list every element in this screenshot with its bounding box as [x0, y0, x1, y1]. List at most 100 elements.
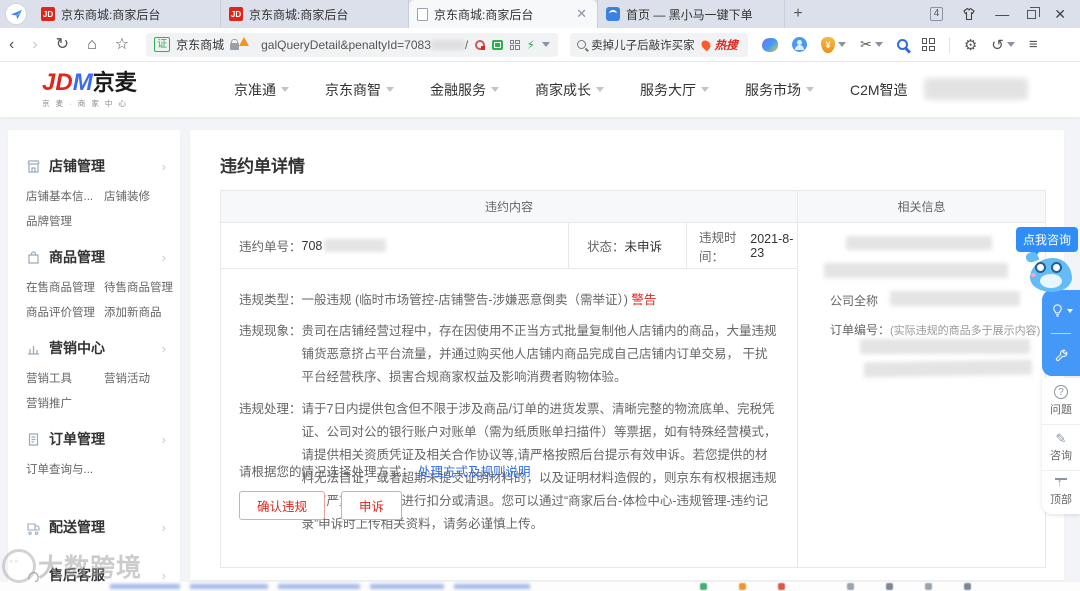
tab-count-badge[interactable]: 4	[929, 7, 944, 21]
sidebar-link[interactable]: 店铺基本信...	[26, 188, 104, 204]
apps-grid-icon[interactable]	[921, 38, 935, 51]
chart-icon	[26, 341, 41, 356]
sidebar-group-delivery: 配送管理 ›	[26, 517, 166, 537]
qr-icon[interactable]	[509, 39, 520, 50]
refresh-icon[interactable]: ↻	[56, 36, 69, 53]
sidebar-link[interactable]: 待售商品管理	[104, 279, 173, 295]
nav-shangzhi[interactable]: 京东商智	[325, 80, 394, 100]
nav-finance[interactable]: 金融服务	[430, 80, 499, 100]
sidebar-item-product-mgmt[interactable]: 商品管理 ›	[26, 247, 166, 267]
redacted-block	[700, 583, 707, 590]
forward-icon[interactable]: ›	[32, 36, 37, 53]
chevron-down-icon[interactable]	[542, 42, 551, 47]
logo-subtitle: 京 麦 · 商 家 中 心	[42, 98, 128, 108]
close-window-icon[interactable]: ✕	[1054, 6, 1066, 23]
sidebar-item-marketing-center[interactable]: 营销中心 ›	[26, 338, 166, 358]
nav-service-market[interactable]: 服务市场	[745, 80, 814, 100]
tab-jd-backend-1[interactable]: JD 京东商城:商家后台	[33, 0, 221, 28]
appeal-button[interactable]: 申诉	[341, 491, 403, 520]
sidebar-link[interactable]: 营销工具	[26, 370, 104, 386]
history-undo-icon[interactable]: ↺	[991, 36, 1015, 54]
tab-close-icon[interactable]: ✕	[574, 6, 589, 22]
new-tab-button[interactable]: +	[785, 0, 811, 28]
question-icon: ?	[1054, 385, 1068, 399]
page-favicon	[417, 7, 428, 21]
assistant-extension-icon[interactable]	[792, 37, 808, 52]
nav-growth[interactable]: 商家成长	[535, 80, 604, 100]
tab-title: 京东商城:商家后台	[434, 7, 534, 22]
screen: JD 京东商城:商家后台 JD 京东商城:商家后台 京东商城:商家后台 ✕ 首页…	[0, 0, 1080, 591]
nav-jingzhuntong[interactable]: 京准通	[234, 80, 289, 100]
question-button[interactable]: ? 问题	[1042, 378, 1080, 425]
search-box[interactable]: 卖掉儿子后敲诈买家 热搜	[570, 32, 749, 57]
back-to-top-button[interactable]: 顶部	[1042, 471, 1080, 514]
screenshot-icon[interactable]	[491, 39, 503, 50]
dolphin-mascot[interactable]	[1024, 250, 1074, 294]
lightbulb-icon[interactable]	[1050, 303, 1073, 318]
address-bar[interactable]: 证 京东商城 galQueryDetail&penaltyId=7083/ ⚡	[146, 32, 559, 57]
rules-link[interactable]: 处理方式及规则说明	[418, 461, 531, 480]
tab-heixiaoma[interactable]: 首页 — 黑小马一键下单	[597, 0, 785, 28]
redacted-block	[110, 584, 180, 589]
chevron-down-icon	[491, 87, 499, 92]
consult-me-bubble[interactable]: 点我咨询	[1016, 227, 1079, 257]
restore-icon[interactable]	[1027, 6, 1041, 19]
chevron-down-icon	[281, 87, 289, 92]
order-number-note: (实际违规的商品多于展示内容)	[890, 325, 1041, 337]
nav-c2m[interactable]: C2M智造	[850, 80, 908, 100]
sidebar-link[interactable]: 订单查询与...	[26, 461, 104, 477]
main-nav: 京准通 京东商智 金融服务 商家成长 服务大厅 服务市场 C2M智造	[234, 80, 908, 100]
reader-icon[interactable]	[474, 39, 485, 50]
chevron-down-icon	[1066, 308, 1073, 313]
choose-handling-line: 请根据您的情况选择处理方式： 处理方式及规则说明	[239, 461, 531, 480]
chevron-right-icon: ›	[161, 340, 166, 356]
skin-icon[interactable]	[961, 7, 977, 21]
confirm-violation-button[interactable]: 确认违规	[239, 491, 326, 520]
chevron-down-icon	[596, 87, 604, 92]
sidebar-link[interactable]: 在售商品管理	[26, 279, 104, 295]
sidebar-link[interactable]: 商品评价管理	[26, 304, 104, 320]
app-favicon	[606, 7, 620, 21]
user-info-redacted[interactable]	[924, 78, 1028, 100]
sidebar-link[interactable]: 店铺装修	[104, 188, 166, 204]
bookmark-star-icon[interactable]: ☆	[115, 36, 129, 53]
sidebar-link[interactable]: 添加新商品	[104, 304, 173, 320]
wallet-shield-icon[interactable]: ¥	[821, 36, 847, 53]
jdm-logo[interactable]: JDM京麦 京 麦 · 商 家 中 心	[42, 70, 172, 109]
sidebar: 店铺管理 › 店铺基本信... 店铺装修 品牌管理 商品管理 › 在售商品管理 待售…	[8, 130, 180, 591]
bag-icon	[26, 250, 41, 265]
sidebar-link[interactable]: 营销推广	[26, 395, 104, 411]
hot-search-text: 卖掉儿子后敲诈买家	[591, 39, 695, 52]
menu-icon[interactable]: ≡	[1029, 36, 1038, 53]
home-icon[interactable]: ⌂	[87, 36, 97, 53]
truck-icon	[26, 520, 41, 535]
clip-tool-icon[interactable]: ✂	[860, 36, 883, 53]
find-icon[interactable]	[896, 39, 908, 50]
top-arrow-icon	[1055, 477, 1067, 489]
minimize-icon[interactable]: —	[995, 6, 1009, 22]
sidebar-item-shop-mgmt[interactable]: 店铺管理 ›	[26, 156, 166, 176]
tab-jd-backend-active[interactable]: 京东商城:商家后台 ✕	[409, 0, 597, 28]
violation-table: 违约内容 相关信息 违约单号： 708 状态： 未申诉 违规时间： 2021-8…	[220, 190, 1046, 568]
nav-service-hall[interactable]: 服务大厅	[640, 80, 709, 100]
wrench-icon[interactable]	[1054, 348, 1069, 363]
helper-panel: ? 问题 ✎ 咨询 顶部	[1042, 378, 1080, 514]
browser-logo-icon[interactable]	[5, 3, 27, 25]
sidebar-item-order-mgmt[interactable]: 订单管理 ›	[26, 429, 166, 449]
redacted-block	[863, 359, 1033, 378]
cert-badge: 证	[154, 37, 171, 52]
divider	[948, 36, 950, 53]
sidebar-item-delivery-mgmt[interactable]: 配送管理 ›	[26, 517, 166, 537]
url-text: galQueryDetail&penaltyId=7083/	[261, 37, 469, 52]
sidebar-link[interactable]: 品牌管理	[26, 213, 104, 229]
assistant-panel	[1042, 290, 1080, 376]
redacted-block	[190, 584, 268, 589]
pony-extension-icon[interactable]	[762, 37, 779, 52]
settings-gear-icon[interactable]: ⚙	[964, 36, 977, 54]
advice-button[interactable]: ✎ 咨询	[1042, 425, 1080, 471]
back-icon[interactable]: ‹	[9, 36, 14, 53]
tab-jd-backend-2[interactable]: JD 京东商城:商家后台	[221, 0, 409, 28]
sidebar-link[interactable]: 营销活动	[104, 370, 166, 386]
redacted-block	[860, 339, 1030, 354]
speed-icon[interactable]: ⚡	[527, 38, 535, 52]
